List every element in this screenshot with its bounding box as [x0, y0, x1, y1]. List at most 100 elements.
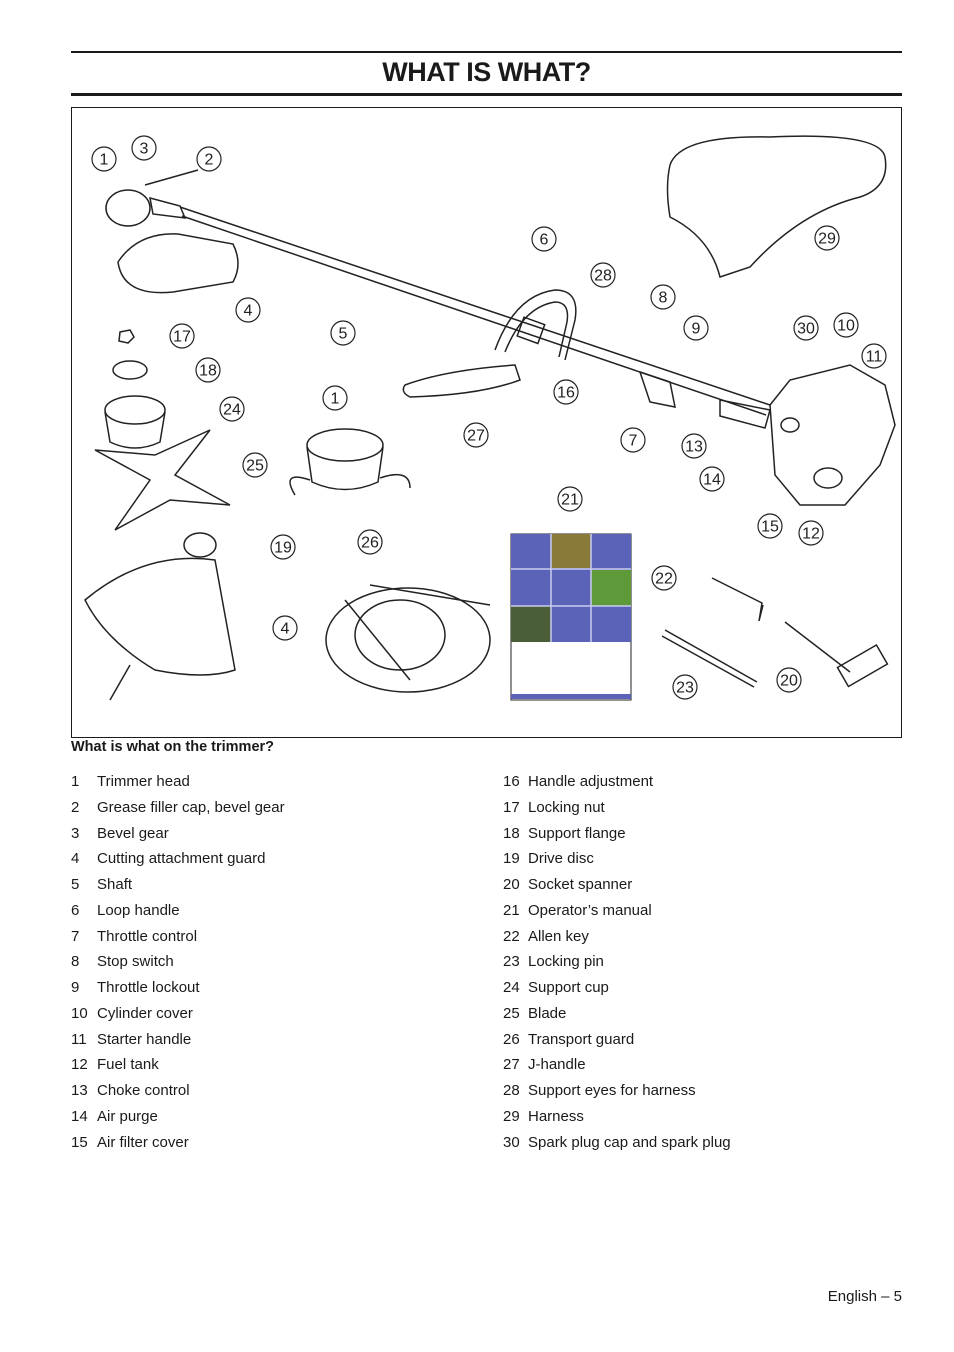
part-label: Handle adjustment — [528, 773, 654, 790]
callout-number: 18 — [199, 363, 217, 380]
callout-number: 14 — [703, 472, 721, 489]
callout-number: 19 — [274, 540, 292, 557]
callout-number: 10 — [837, 318, 855, 335]
callout-19: 19 — [270, 534, 296, 560]
part-label: Locking nut — [528, 798, 605, 816]
part-list-item: 12 Fuel tank — [71, 1054, 285, 1080]
callout-number: 22 — [655, 571, 673, 588]
part-label: Bevel gear — [97, 824, 169, 842]
part-list-item: 27 J-handle — [503, 1054, 731, 1080]
part-number: 23 — [503, 953, 520, 971]
guard-spare-drawing — [84, 557, 236, 676]
part-number: 19 — [503, 850, 520, 868]
part-list-item: 3 Bevel gear — [71, 823, 285, 849]
part-number: 30 — [503, 1133, 520, 1151]
part-number: 14 — [71, 1107, 88, 1125]
part-label: Operator’s manual — [528, 901, 652, 919]
part-label: Cylinder cover — [97, 1004, 193, 1022]
callout-23: 23 — [672, 674, 698, 700]
part-number: 25 — [503, 1004, 520, 1022]
callout-4: 4 — [272, 615, 298, 641]
callout-30: 30 — [793, 315, 819, 341]
part-list-item: 30 Spark plug cap and spark plug — [503, 1132, 731, 1158]
trimmer-head-spare-drawing — [289, 428, 411, 496]
callout-1: 1 — [91, 146, 117, 172]
figure-caption: What is what on the trimmer? — [71, 739, 275, 755]
callout-21: 21 — [557, 486, 583, 512]
callout-number: 1 — [331, 391, 340, 408]
allen-key-drawing — [711, 577, 764, 622]
part-number: 15 — [71, 1133, 88, 1151]
part-label: Support eyes for harness — [528, 1082, 696, 1099]
callout-number: 15 — [761, 519, 779, 536]
part-label: Throttle lockout — [97, 979, 200, 996]
support-cup-drawing — [104, 395, 166, 449]
engine-drawing — [719, 364, 896, 506]
callout-8: 8 — [650, 284, 676, 310]
callout-number: 16 — [557, 385, 575, 402]
callout-11: 11 — [861, 343, 887, 369]
part-number: 29 — [503, 1107, 520, 1125]
part-list-item: 23 Locking pin — [503, 951, 731, 977]
part-label: Air purge — [97, 1107, 158, 1125]
parts-diagram: 1326 292889 30 1011451718241 1627 7 1314252115… — [84, 135, 896, 701]
callout-14: 14 — [699, 466, 725, 492]
callout-22: 22 — [651, 565, 677, 591]
part-list-item: 13 Choke control — [71, 1080, 285, 1106]
drive-disc-drawing — [183, 532, 217, 558]
callout-number: 27 — [467, 428, 485, 445]
callout-number: 11 — [866, 349, 883, 366]
part-label: Stop switch — [97, 953, 174, 971]
part-number: 8 — [71, 953, 80, 971]
callout-number: 20 — [780, 673, 798, 690]
part-list-item: 18 Support flange — [503, 823, 731, 849]
callout-25: 25 — [242, 452, 268, 478]
callout-number: 1 — [100, 152, 109, 169]
part-number: 3 — [71, 824, 80, 842]
part-number: 13 — [71, 1082, 88, 1099]
callout-number: 2 — [205, 152, 214, 169]
part-number: 12 — [71, 1056, 88, 1074]
part-label: Air filter cover — [97, 1133, 189, 1151]
part-number: 17 — [503, 798, 520, 816]
part-number: 27 — [503, 1056, 520, 1074]
callout-number: 4 — [281, 621, 290, 638]
part-label: Fuel tank — [97, 1056, 159, 1074]
callout-number: 28 — [594, 268, 612, 285]
callout-20: 20 — [776, 667, 802, 693]
callout-6: 6 — [531, 226, 557, 252]
shaft-drawing — [179, 206, 771, 416]
part-label: Cutting attachment guard — [97, 850, 266, 868]
part-number: 2 — [71, 798, 80, 816]
part-list-item: 1 Trimmer head — [71, 771, 285, 797]
trimmer-head-drawing — [105, 169, 239, 294]
callout-number: 5 — [339, 326, 348, 343]
callout-number: 30 — [797, 321, 815, 338]
callout-number: 12 — [802, 526, 820, 543]
callout-5: 5 — [330, 320, 356, 346]
callout-labels: 1326 292889 30 1011451718241 1627 7 1314252115… — [91, 135, 887, 700]
part-number: 7 — [71, 927, 80, 945]
part-number: 5 — [71, 876, 80, 893]
part-label: Allen key — [528, 927, 589, 945]
callout-number: 13 — [685, 439, 703, 456]
parts-list-left: 1 Trimmer head 2 Grease filler cap, bevel g… — [71, 771, 285, 1157]
part-list-item: 25 Blade — [503, 1003, 731, 1029]
part-label: Blade — [528, 1004, 567, 1022]
throttle-drawing — [638, 370, 676, 408]
part-label: Drive disc — [528, 850, 594, 868]
callout-29: 29 — [814, 225, 840, 251]
callout-27: 27 — [463, 422, 489, 448]
part-label: Choke control — [97, 1082, 190, 1099]
part-number: 28 — [503, 1082, 520, 1099]
part-number: 20 — [503, 876, 520, 893]
callout-number: 29 — [818, 231, 836, 248]
part-list-item: 17 Locking nut — [503, 797, 731, 823]
callout-17: 17 — [169, 323, 195, 349]
callout-4: 4 — [235, 297, 261, 323]
callout-number: 21 — [561, 492, 579, 509]
part-number: 21 — [503, 901, 520, 919]
part-label: Transport guard — [528, 1030, 635, 1048]
part-label: Locking pin — [528, 953, 604, 971]
callout-9: 9 — [683, 315, 709, 341]
